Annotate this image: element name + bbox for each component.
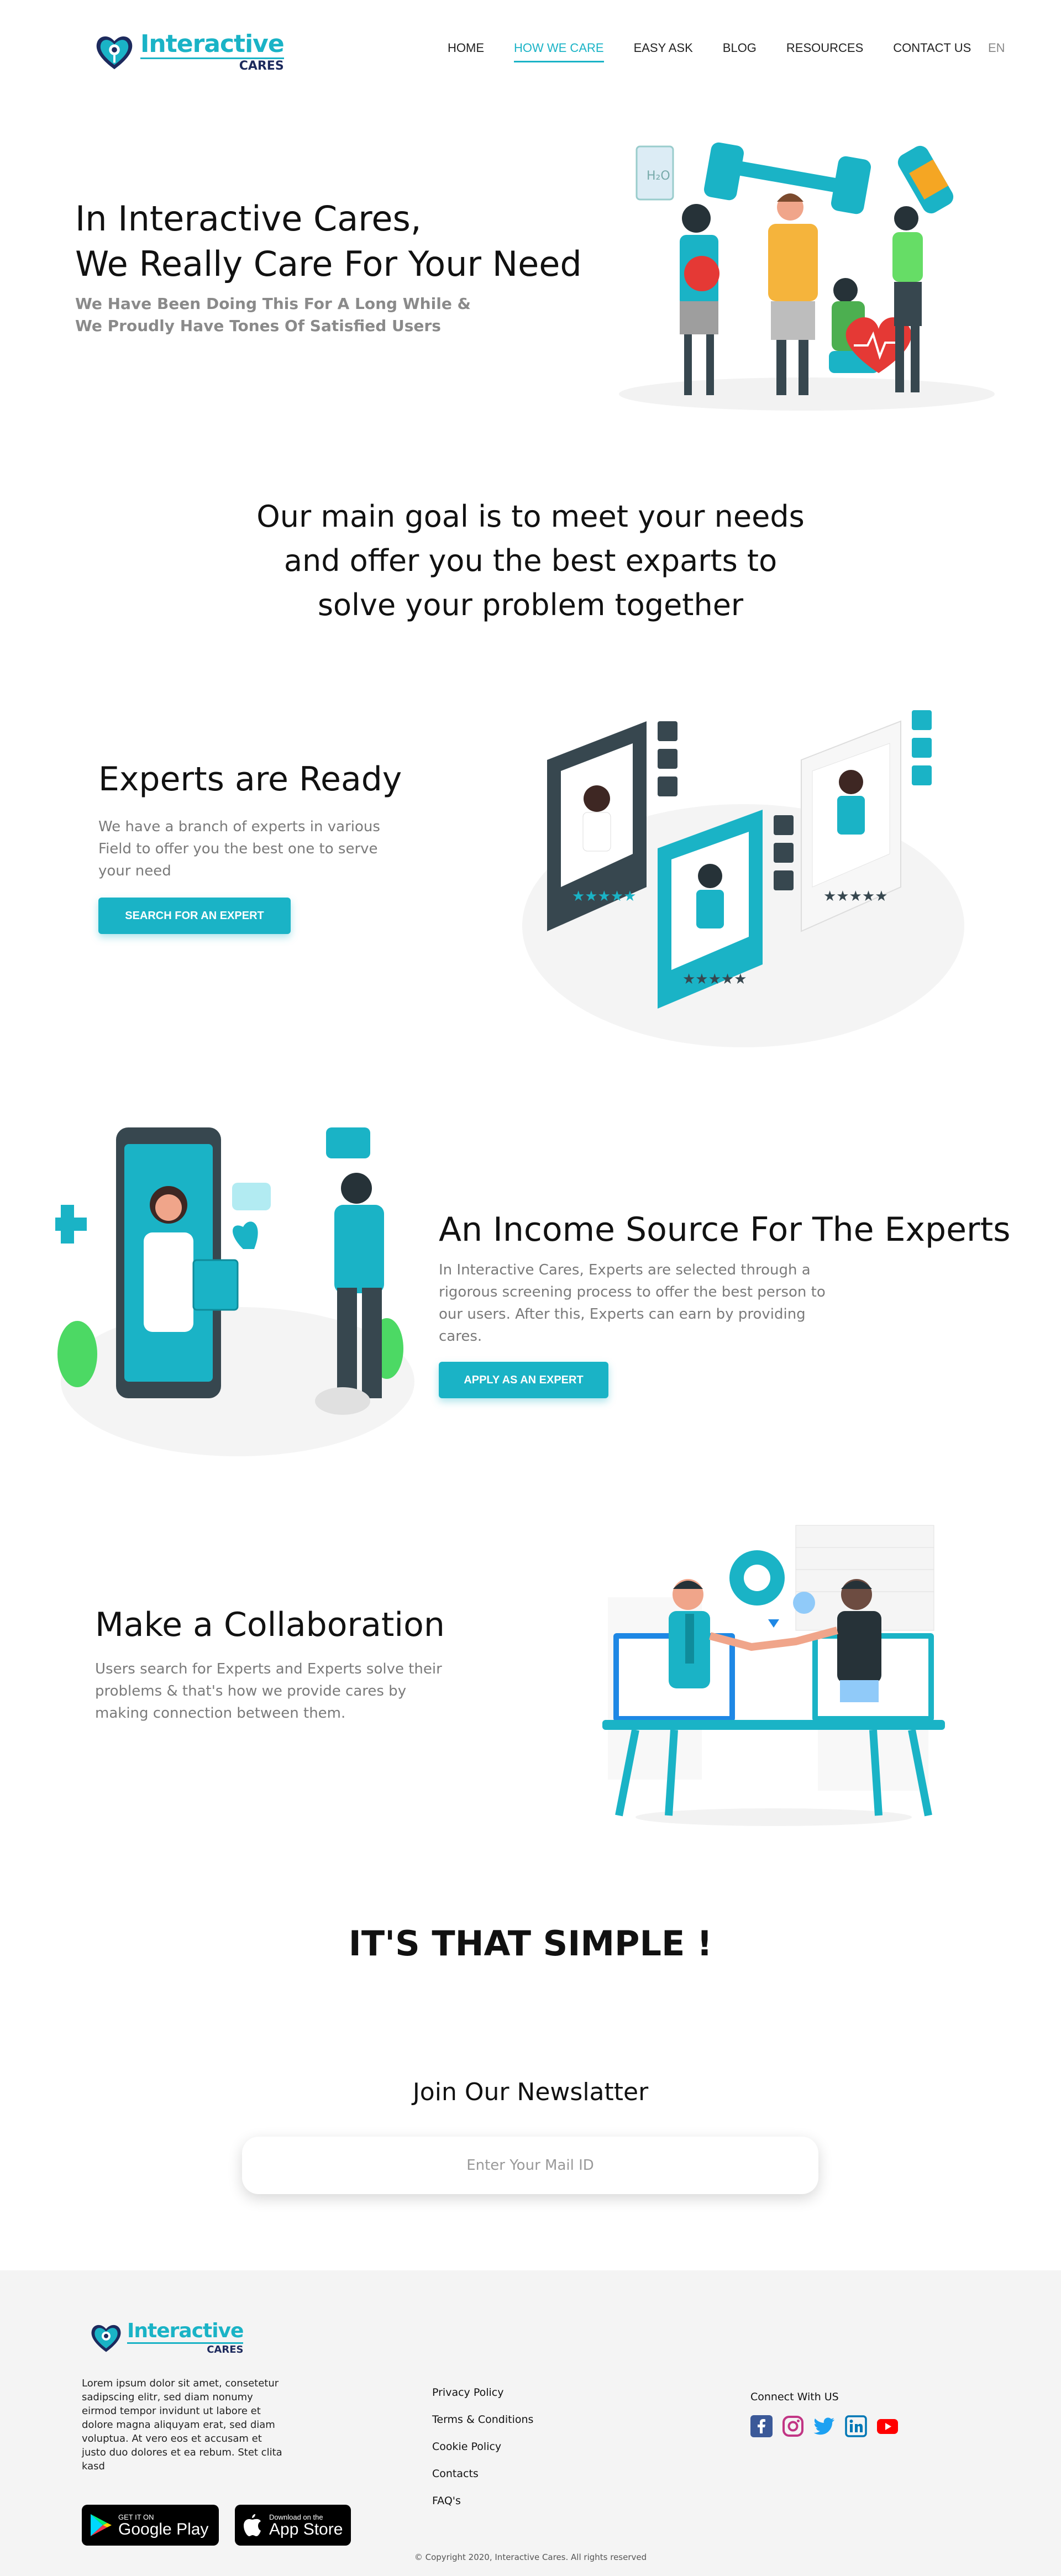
hero-subtitle-line1: We Have Been Doing This For A Long While… [75, 295, 471, 313]
nav-contact-us[interactable]: CONTACT US [893, 41, 971, 62]
search-expert-button[interactable]: SEARCH FOR AN EXPERT [98, 898, 291, 934]
terms-link[interactable]: Terms & Conditions [432, 2414, 533, 2441]
footer-about-line2: sadipscing elitr, sed diam nonumy [82, 2391, 253, 2403]
experts-text-line2: Field to offer you the best one to serve [98, 841, 378, 857]
svg-text:H₂O: H₂O [647, 169, 670, 183]
hero-illustration: H₂O [619, 142, 995, 411]
income-illustration [55, 1127, 414, 1456]
experts-title: Experts are Ready [98, 760, 402, 799]
goal-line1: Our main goal is to meet your needs [256, 499, 805, 534]
facebook-icon[interactable] [750, 2415, 773, 2437]
nav-resources[interactable]: RESOURCES [786, 41, 863, 62]
footer-logo[interactable]: Interactive CARES [88, 2319, 244, 2355]
instagram-icon[interactable] [782, 2415, 804, 2437]
app-store-big-text: App Store [269, 2520, 343, 2538]
footer-about-line6: justo duo dolores et ea rebum. Stet clit… [82, 2447, 282, 2458]
app-store-button[interactable]: Download on the App Store [235, 2505, 351, 2546]
experts-text-line1: We have a branch of experts in various [98, 819, 380, 835]
collab-text-line2: problems & that's how we provide cares b… [95, 1683, 407, 1699]
apple-icon [244, 2514, 261, 2536]
income-text-line1: In Interactive Cares, Experts are select… [439, 1262, 811, 1278]
hero-title-line2: We Really Care For Your Need [75, 244, 582, 284]
footer-about-line5: voluptua. At vero eos et accusam et [82, 2433, 262, 2444]
logo-heart-icon [96, 36, 133, 70]
income-text-line4: cares. [439, 1328, 482, 1345]
footer-about-line3: eirmod tempor invidunt ut labore et [82, 2405, 261, 2417]
top-navbar: Interactive CARES HOME HOW WE CARE EASY … [0, 0, 1061, 94]
collab-text-line3: making connection between them. [95, 1705, 346, 1722]
svg-text:★★★★★: ★★★★★ [572, 888, 637, 905]
faq-link[interactable]: FAQ's [432, 2495, 533, 2522]
experts-text: We have a branch of experts in various F… [98, 816, 408, 882]
collab-text-line1: Users search for Experts and Experts sol… [95, 1661, 442, 1677]
linkedin-icon[interactable] [845, 2415, 867, 2437]
svg-text:★★★★★: ★★★★★ [823, 888, 888, 905]
nav-home[interactable]: HOME [448, 41, 484, 62]
footer-logo-word-interactive: Interactive [127, 2319, 244, 2342]
social-links [750, 2415, 899, 2437]
youtube-icon[interactable] [876, 2415, 899, 2437]
newsletter-email-input[interactable] [242, 2137, 818, 2194]
collab-text: Users search for Experts and Experts sol… [95, 1658, 493, 1724]
goal-line3: solve your problem together [317, 587, 744, 622]
footer-logo-word-cares: CARES [127, 2342, 244, 2355]
collab-title: Make a Collaboration [95, 1606, 445, 1644]
experts-text-line3: your need [98, 863, 171, 879]
google-play-button[interactable]: GET IT ON Google Play [82, 2505, 219, 2546]
goal-line2: and offer you the best exparts to [283, 543, 778, 578]
apply-expert-button[interactable]: APPLY AS AN EXPERT [439, 1362, 608, 1398]
footer: Interactive CARES Lorem ipsum dolor sit … [0, 2270, 1061, 2576]
twitter-icon[interactable] [813, 2415, 836, 2437]
footer-about-text: Lorem ipsum dolor sit amet, consetetur s… [82, 2376, 285, 2473]
brand-logo[interactable]: Interactive CARES [93, 29, 285, 74]
income-text-line3: our users. After this, Experts can earn … [439, 1306, 806, 1323]
goal-statement: Our main goal is to meet your needs and … [0, 495, 1061, 627]
connect-title: Connect With US [750, 2391, 839, 2403]
experts-illustration: ★★★★★ ★★★★★ ★★★★★ [522, 710, 964, 1047]
income-text-line2: rigorous screening process to offer the … [439, 1284, 826, 1300]
language-selector[interactable]: EN [988, 41, 1005, 55]
privacy-policy-link[interactable]: Privacy Policy [432, 2386, 533, 2414]
logo-word-cares: CARES [140, 57, 284, 72]
logo-word-interactive: Interactive [140, 29, 285, 58]
income-text: In Interactive Cares, Experts are select… [439, 1259, 859, 1347]
simple-heading: IT'S THAT SIMPLE ! [348, 1923, 713, 1964]
footer-links: Privacy Policy Terms & Conditions Cookie… [432, 2386, 533, 2522]
footer-about-line4: dolore magna aliquyam erat, sed diam [82, 2419, 275, 2431]
page: Interactive CARES HOME HOW WE CARE EASY … [0, 0, 1061, 2576]
footer-about-line1: Lorem ipsum dolor sit amet, consetetur [82, 2378, 279, 2389]
hero-title-line1: In Interactive Cares, [75, 198, 422, 239]
google-play-icon [91, 2514, 112, 2536]
nav-easy-ask[interactable]: EASY ASK [634, 41, 693, 62]
nav-how-we-care[interactable]: HOW WE CARE [514, 41, 604, 62]
copyright-text: © Copyright 2020, Interactive Cares. All… [414, 2552, 647, 2562]
footer-logo-heart-icon [91, 2325, 121, 2352]
contacts-link[interactable]: Contacts [432, 2468, 533, 2495]
income-title: An Income Source For The Experts [439, 1210, 1011, 1249]
nav-blog[interactable]: BLOG [723, 41, 757, 62]
footer-about-line7: kasd [82, 2460, 105, 2472]
cookie-policy-link[interactable]: Cookie Policy [432, 2441, 533, 2468]
hero-title: In Interactive Cares, We Really Care For… [75, 196, 582, 287]
svg-text:★★★★★: ★★★★★ [682, 971, 747, 988]
main-menu: HOME HOW WE CARE EASY ASK BLOG RESOURCES… [448, 41, 1001, 62]
google-play-big-text: Google Play [118, 2520, 209, 2538]
collab-illustration [602, 1525, 945, 1826]
hero-subtitle: We Have Been Doing This For A Long While… [75, 293, 471, 337]
newsletter-title: Join Our Newslatter [412, 2078, 649, 2106]
hero-subtitle-line2: We Proudly Have Tones Of Satisfied Users [75, 317, 441, 335]
